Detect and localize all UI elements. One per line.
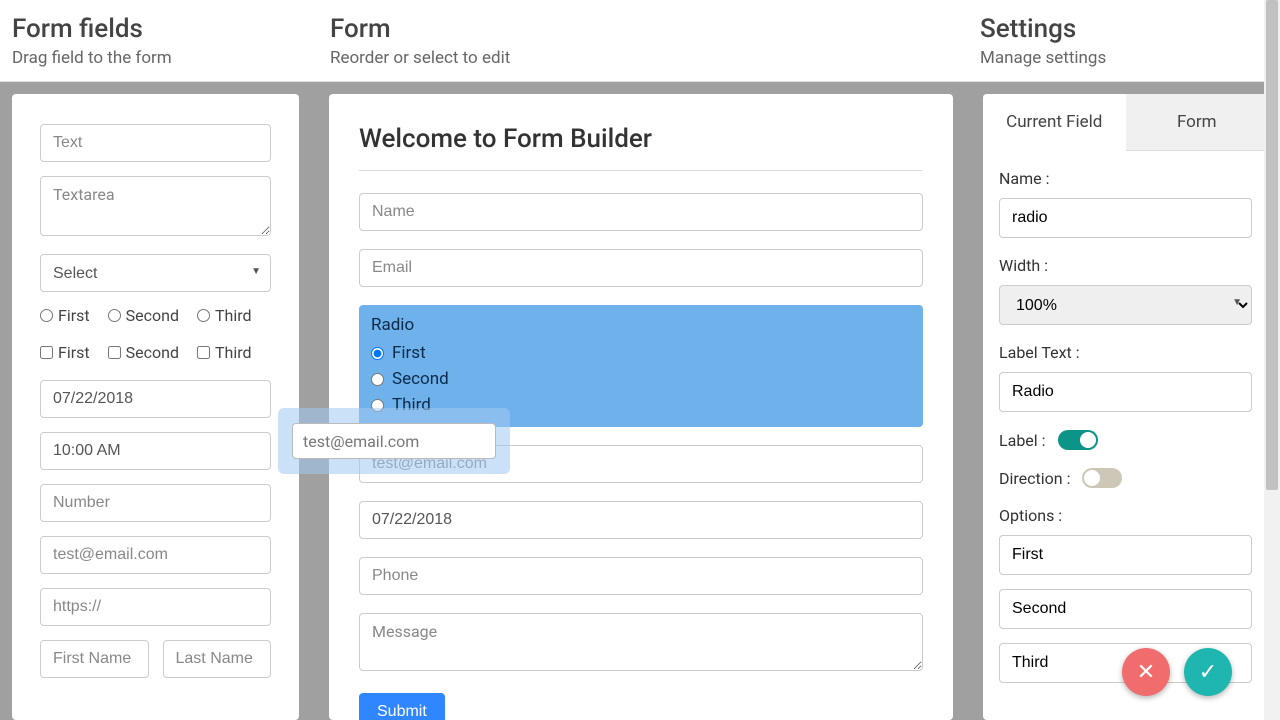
form-radio-first[interactable]: [371, 347, 384, 360]
settings-width-select[interactable]: 100%: [999, 285, 1252, 325]
form-title: Welcome to Form Builder: [359, 124, 923, 154]
settings-panel: Current Field Form Name : Width : 100% L…: [983, 94, 1268, 720]
palette-url-field[interactable]: [40, 588, 271, 626]
palette-radio-second[interactable]: [108, 309, 121, 322]
palette-radio-third[interactable]: [197, 309, 210, 322]
form-name-input[interactable]: [359, 193, 923, 231]
page-scrollbar[interactable]: [1264, 0, 1280, 720]
palette-check-first[interactable]: [40, 346, 53, 359]
header-form-title: Form: [330, 14, 980, 44]
form-radio-second[interactable]: [371, 373, 384, 386]
settings-labeltext-label: Label Text :: [999, 343, 1252, 362]
palette-radio-first[interactable]: [40, 309, 53, 322]
tab-form[interactable]: Form: [1126, 94, 1269, 151]
form-radio-third[interactable]: [371, 399, 384, 412]
palette-checkbox-group[interactable]: First Second Third: [40, 343, 271, 362]
form-radio-block-selected[interactable]: Radio First Second Third: [359, 305, 923, 427]
submit-button[interactable]: Submit: [359, 693, 445, 720]
close-icon: ✕: [1137, 660, 1155, 685]
settings-direction-toggle[interactable]: [1082, 468, 1122, 488]
palette-text-field[interactable]: [40, 124, 271, 162]
form-email-input[interactable]: [359, 249, 923, 287]
settings-direction-label: Direction :: [999, 469, 1070, 488]
scroll-thumb[interactable]: [1266, 0, 1278, 490]
cancel-fab[interactable]: ✕: [1122, 648, 1170, 696]
header-form-sub: Reorder or select to edit: [330, 48, 980, 68]
header-formfields-sub: Drag field to the form: [12, 48, 330, 68]
settings-option-1[interactable]: [999, 535, 1252, 575]
check-icon: ✓: [1199, 660, 1217, 685]
palette-date-field[interactable]: [40, 380, 271, 418]
top-header: Form fields Drag field to the form Form …: [0, 0, 1280, 82]
palette-textarea-field[interactable]: [40, 176, 271, 236]
form-radio-label: Radio: [371, 315, 911, 335]
form-panel: Welcome to Form Builder Radio First Seco…: [329, 94, 953, 720]
settings-width-label: Width :: [999, 256, 1252, 275]
palette-radio-group[interactable]: First Second Third: [40, 306, 271, 325]
palette-check-third[interactable]: [197, 346, 210, 359]
settings-labeltext-input[interactable]: [999, 372, 1252, 412]
form-email2-input[interactable]: [359, 445, 923, 483]
settings-label-toggle[interactable]: [1058, 430, 1098, 450]
settings-option-2[interactable]: [999, 589, 1252, 629]
header-settings-title: Settings: [980, 14, 1280, 44]
palette-select-field[interactable]: Select: [40, 254, 271, 292]
settings-label-toggle-label: Label :: [999, 431, 1046, 450]
palette-panel: Select First Second Third First Second T…: [12, 94, 299, 720]
tab-current-field[interactable]: Current Field: [983, 94, 1126, 151]
confirm-fab[interactable]: ✓: [1184, 648, 1232, 696]
divider: [359, 170, 923, 171]
settings-name-input[interactable]: [999, 198, 1252, 238]
palette-lastname-field[interactable]: [163, 640, 272, 678]
palette-firstname-field[interactable]: [40, 640, 149, 678]
header-settings-sub: Manage settings: [980, 48, 1280, 68]
palette-check-second[interactable]: [108, 346, 121, 359]
header-formfields-title: Form fields: [12, 14, 330, 44]
palette-time-field[interactable]: [40, 432, 271, 470]
settings-name-label: Name :: [999, 169, 1252, 188]
palette-number-field[interactable]: [40, 484, 271, 522]
palette-email-field[interactable]: [40, 536, 271, 574]
form-phone-input[interactable]: [359, 557, 923, 595]
form-message-input[interactable]: [359, 613, 923, 671]
form-date-input[interactable]: [359, 501, 923, 539]
settings-options-label: Options :: [999, 506, 1252, 525]
